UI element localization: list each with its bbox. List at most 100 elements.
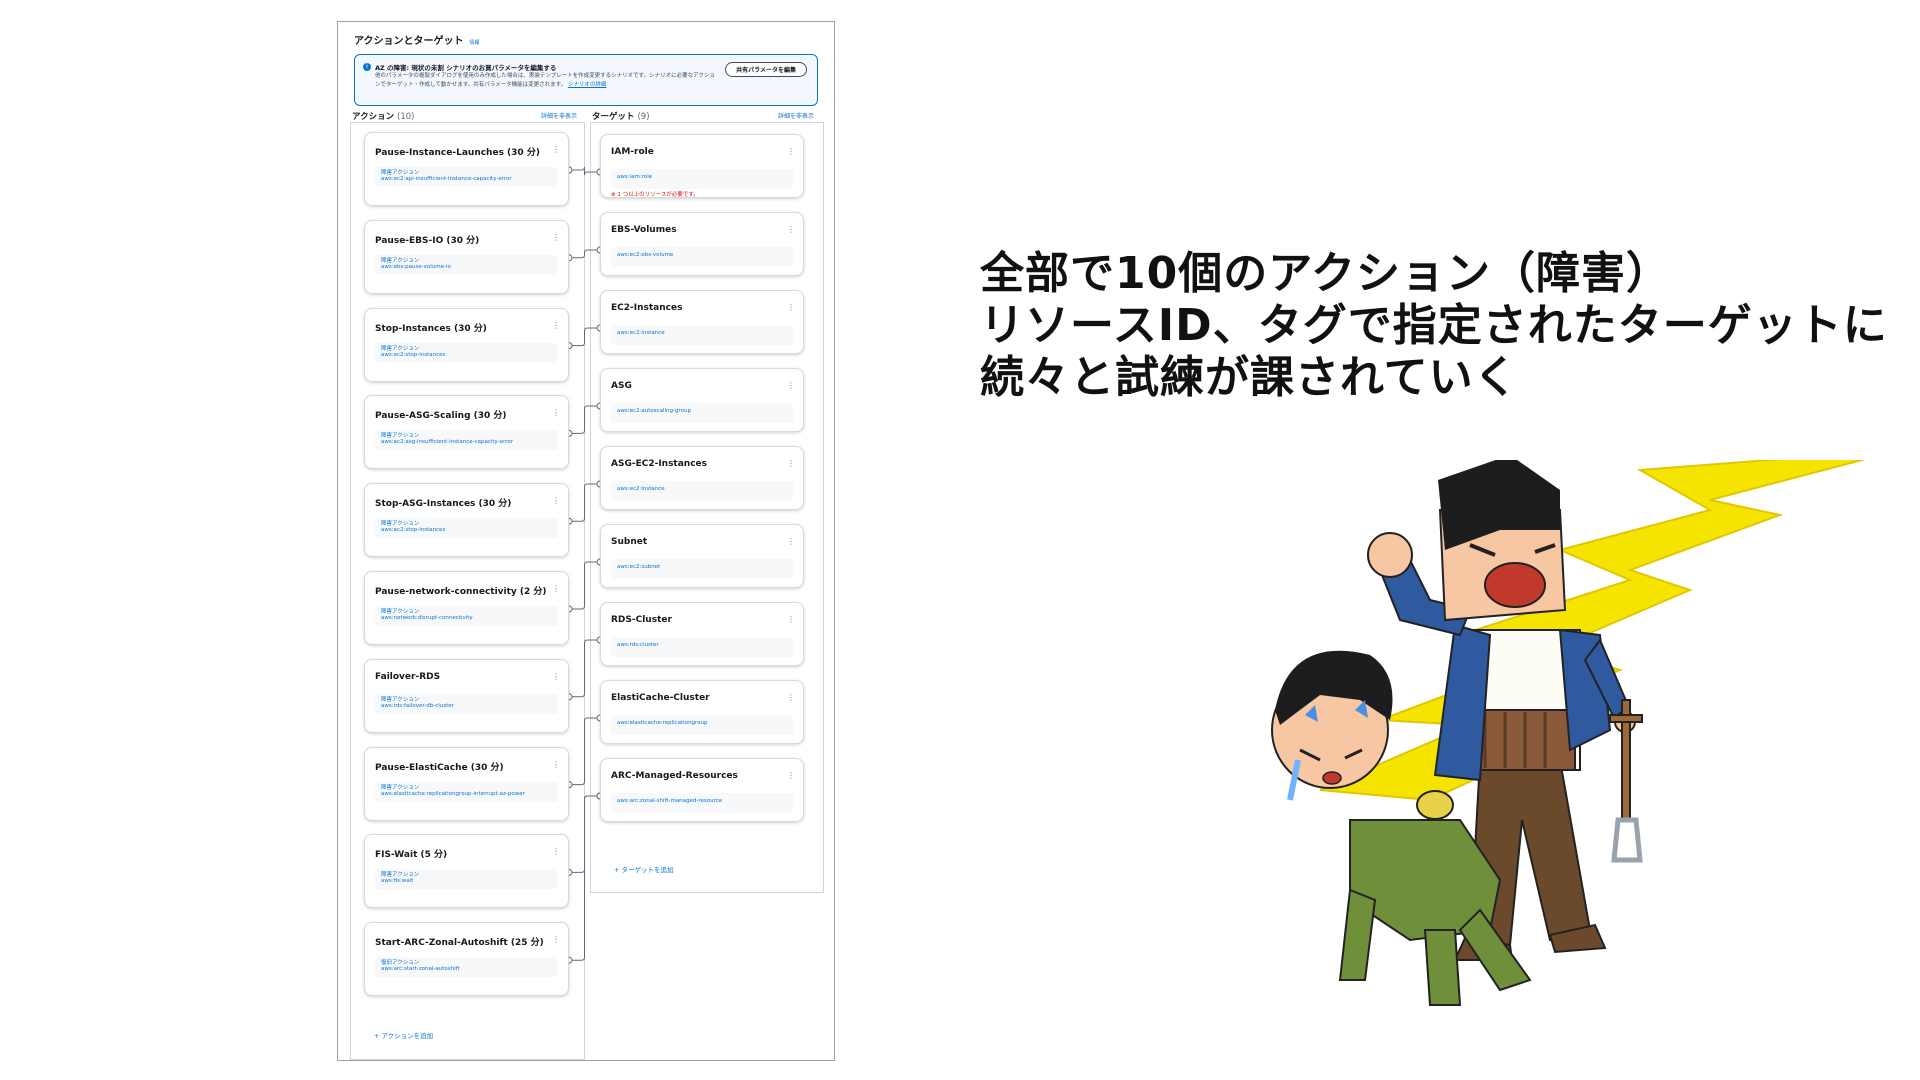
kebab-menu-icon[interactable]: ⋮	[552, 145, 560, 154]
target-card[interactable]: ASG ⋮ aws:ec2:autoscaling-group	[600, 368, 804, 432]
action-card[interactable]: Pause-ASG-Scaling (30 分) ⋮ 障害アクション aws:ec2:…	[364, 395, 569, 470]
action-detail: 障害アクション aws:fis:wait	[375, 869, 558, 890]
target-card[interactable]: IAM-role ⋮ aws:iam:role ⊗ 1 つ以上のリソースが必要です。	[600, 134, 804, 198]
kebab-menu-icon[interactable]: ⋮	[552, 847, 560, 856]
target-title: ElastiCache-Cluster	[611, 693, 710, 703]
action-title: Start-ARC-Zonal-Autoshift (25 分)	[375, 938, 544, 949]
action-title: FIS-Wait (5 分)	[375, 850, 448, 861]
action-card[interactable]: Stop-Instances (30 分) ⋮ 障害アクション aws:ec2:sto…	[364, 307, 569, 382]
action-type: 障害アクション	[381, 609, 420, 615]
target-card[interactable]: ElastiCache-Cluster ⋮ aws:elasticache:repl…	[600, 680, 804, 744]
target-title: Subnet	[611, 537, 648, 547]
target-detail: aws:rds:cluster	[611, 637, 793, 657]
target-title: EC2-Instances	[611, 303, 683, 313]
kebab-menu-icon[interactable]: ⋮	[552, 408, 560, 417]
action-title: Pause-EBS-IO (30 分)	[375, 235, 480, 246]
action-type: 復旧アクション	[381, 960, 420, 967]
action-title: Stop-ASG-Instances (30 分)	[375, 499, 512, 510]
action-id: aws:fis:wait	[381, 878, 414, 885]
kebab-menu-icon[interactable]: ⋮	[787, 459, 795, 468]
kebab-menu-icon[interactable]: ⋮	[787, 693, 795, 702]
action-card[interactable]: Pause-network-connectivity (2 分) ⋮ 障害アクション…	[364, 571, 569, 645]
target-error: ⊗ 1 つ以上のリソースが必要です。	[611, 192, 699, 198]
target-id: aws:iam:role	[617, 174, 653, 180]
target-card[interactable]: EC2-Instances ⋮ aws:ec2:instance	[600, 290, 804, 354]
action-id: aws:elasticache:replicationgroup-interru…	[381, 790, 525, 797]
kebab-menu-icon[interactable]: ⋮	[552, 584, 560, 593]
action-detail: 障害アクション aws:network:disrupt-connectivity	[375, 606, 558, 626]
target-detail: aws:arc:zonal-shift-managed-resource	[611, 793, 793, 813]
heading-line-3: 続々と試練が課されていく	[980, 352, 1519, 403]
target-id: aws:elasticache:replicationgroup	[617, 720, 708, 726]
action-card[interactable]: Failover-RDS ⋮ 障害アクション aws:rds:failover-db-…	[364, 658, 569, 733]
action-type: 障害アクション	[381, 696, 420, 703]
action-detail: 障害アクション aws:ec2:stop-instances	[375, 342, 558, 363]
target-id: aws:ec2:instance	[617, 330, 665, 336]
target-id: aws:ec2:instance	[617, 486, 665, 492]
target-detail: aws:elasticache:replicationgroup	[611, 715, 793, 735]
target-id: aws:ec2:autoscaling-group	[617, 408, 691, 414]
kebab-menu-icon[interactable]: ⋮	[552, 760, 560, 769]
action-card[interactable]: Start-ARC-Zonal-Autoshift (25 分) ⋮ 復旧アクション…	[364, 922, 569, 997]
action-card[interactable]: Pause-Instance-Launches (30 分) ⋮ 障害アクション aw…	[364, 132, 569, 206]
action-title: Pause-ASG-Scaling (30 分)	[375, 411, 507, 422]
connector-line	[569, 561, 600, 610]
action-id: aws:ec2:asg-insufficient-instance-capaci…	[381, 439, 514, 446]
action-card[interactable]: Pause-ElastiCache (30 分) ⋮ 障害アクション aws:elas…	[364, 746, 569, 821]
action-title: Pause-ElastiCache (30 分)	[375, 762, 504, 773]
kebab-menu-icon[interactable]: ⋮	[787, 537, 795, 546]
lightning-bolt	[1319, 460, 1866, 802]
target-title: ASG-EC2-Instances	[611, 459, 708, 469]
target-id: aws:ec2:subnet	[617, 564, 661, 570]
action-detail: 復旧アクション aws:arc:start-zonal-autoshift	[375, 957, 558, 978]
add-action-button[interactable]: + アクションを追加	[374, 1030, 433, 1040]
target-card[interactable]: Subnet ⋮ aws:ec2:subnet	[600, 524, 804, 588]
action-type: 障害アクション	[381, 433, 420, 440]
connector-line	[569, 405, 600, 434]
connector-line	[569, 795, 600, 961]
action-id: aws:arc:start-zonal-autoshift	[381, 966, 460, 973]
kebab-menu-icon[interactable]: ⋮	[552, 496, 560, 505]
kebab-menu-icon[interactable]: ⋮	[787, 381, 795, 390]
action-type: 障害アクション	[381, 170, 420, 176]
kebab-menu-icon[interactable]: ⋮	[552, 935, 560, 944]
kebab-menu-icon[interactable]: ⋮	[787, 615, 795, 624]
target-detail: aws:ec2:instance	[611, 325, 793, 345]
target-card[interactable]: ARC-Managed-Resources ⋮ aws:arc:zonal-shif…	[600, 758, 804, 822]
kebab-menu-icon[interactable]: ⋮	[552, 321, 560, 330]
kebab-menu-icon[interactable]: ⋮	[787, 225, 795, 234]
connector-line	[569, 166, 600, 176]
connector-line	[569, 327, 600, 347]
actions-targets-panel: アクションとターゲット 情報 i AZ の障害: 現状の未割 シナリオのお買パラメ…	[337, 21, 835, 1061]
action-id: aws:ec2:stop-instances	[381, 351, 446, 358]
target-detail: aws:iam:role	[611, 169, 793, 189]
target-card[interactable]: ASG-EC2-Instances ⋮ aws:ec2:instance	[600, 446, 804, 510]
connector-line	[569, 483, 600, 522]
action-detail: 障害アクション aws:elasticache:replicationgroup-…	[375, 781, 558, 802]
kebab-menu-icon[interactable]: ⋮	[787, 303, 795, 312]
kebab-menu-icon[interactable]: ⋮	[552, 672, 560, 681]
action-detail: 障害アクション aws:ec2:api-insufficient-instance…	[375, 167, 558, 187]
action-title: Stop-Instances (30 分)	[375, 323, 487, 334]
action-title: Failover-RDS	[375, 671, 441, 682]
target-detail: aws:ec2:ebs-volume	[611, 247, 793, 267]
slide-heading: 全部で10個のアクション（障害） リソースID、タグで指定されたターゲットに 続…	[980, 248, 1888, 404]
action-id: aws:ec2:api-insufficient-instance-capaci…	[381, 176, 512, 182]
target-card[interactable]: EBS-Volumes ⋮ aws:ec2:ebs-volume	[600, 212, 804, 276]
action-card[interactable]: Pause-EBS-IO (30 分) ⋮ 障害アクション aws:ebs:pause…	[364, 219, 569, 294]
kebab-menu-icon[interactable]: ⋮	[552, 233, 560, 242]
action-type: 障害アクション	[381, 345, 420, 352]
target-id: aws:rds:cluster	[617, 642, 659, 648]
action-type: 障害アクション	[381, 872, 420, 879]
action-title: Pause-Instance-Launches (30 分)	[375, 148, 540, 158]
action-detail: 障害アクション aws:rds:failover-db-cluster	[375, 693, 558, 714]
kebab-menu-icon[interactable]: ⋮	[787, 147, 795, 156]
connector-line	[569, 639, 600, 698]
target-card[interactable]: RDS-Cluster ⋮ aws:rds:cluster	[600, 602, 804, 666]
add-target-button[interactable]: + ターゲットを追加	[614, 864, 674, 874]
trial-illustration	[1271, 460, 1866, 1006]
action-card[interactable]: Stop-ASG-Instances (30 分) ⋮ 障害アクション aws:ec2…	[364, 483, 569, 558]
connector-line	[569, 249, 600, 259]
action-card[interactable]: FIS-Wait (5 分) ⋮ 障害アクション aws:fis:wait	[364, 834, 569, 909]
kebab-menu-icon[interactable]: ⋮	[787, 771, 795, 780]
